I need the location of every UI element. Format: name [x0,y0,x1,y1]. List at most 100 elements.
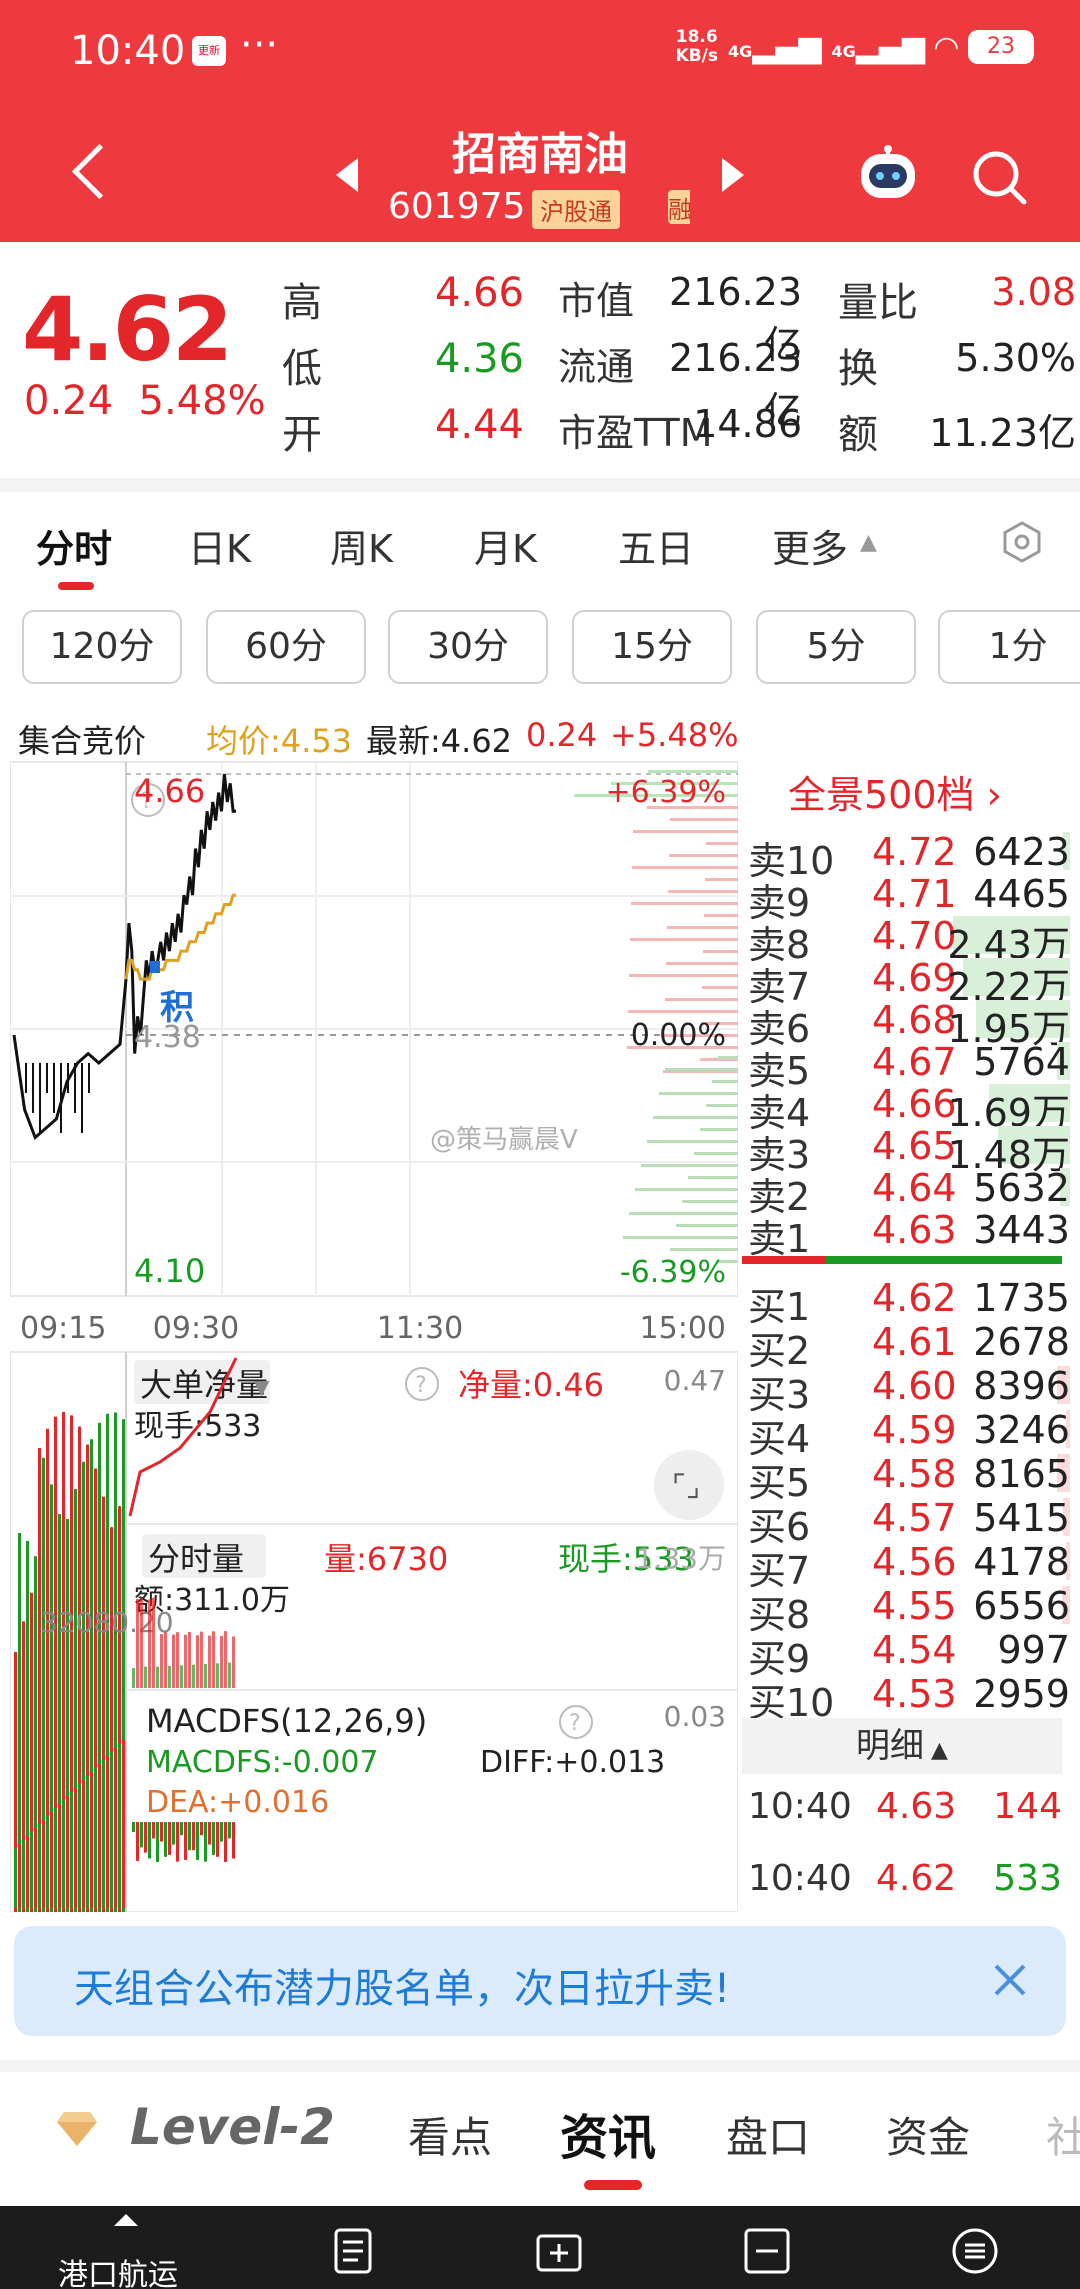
section-divider [0,478,1080,492]
tab-4[interactable]: 五日 [618,518,694,573]
order-price: 4.53 [872,1672,957,1716]
ask-row[interactable]: 卖7 4.69 2.22万 [748,956,1070,1009]
order-price: 4.57 [872,1496,957,1540]
bottom-tab-0[interactable]: 看点 [408,2104,492,2165]
wifi-icon: ◠ [934,29,958,65]
macd-auction-bar [54,1808,57,1908]
bid-row[interactable]: 买10 4.53 2959 [748,1672,1070,1725]
period-button[interactable]: 15分 [572,610,732,684]
quote-label: 低 [282,346,322,392]
ask-row[interactable]: 卖5 4.67 5764 [748,1040,1070,1093]
volume-bar [196,1635,199,1688]
depth-bar [703,950,738,953]
bid-row[interactable]: 买6 4.57 5415 [748,1496,1070,1549]
macd-auction-bar [22,1840,25,1908]
volume-bar [224,1631,227,1688]
bottom-tab-2[interactable]: 盘口 [726,2104,810,2165]
depth-bar [629,974,738,977]
detail-toggle[interactable]: 明细 ▲ [742,1718,1062,1774]
ask-row[interactable]: 卖9 4.71 4465 [748,872,1070,925]
macd-bar [136,1822,139,1861]
volume-val: 量:6730 [324,1540,448,1578]
bottom-tab-1[interactable]: 资讯 [560,2098,656,2168]
add-watchlist-icon[interactable] [534,2226,584,2276]
ask-row[interactable]: 卖3 4.65 1.48万 [748,1124,1070,1177]
time-label: 09:30 [153,1311,239,1346]
macd-dea: DEA:+0.016 [146,1785,329,1820]
big-order-title: 大单净量 [140,1366,268,1404]
depth-bar [670,818,738,821]
ask-row[interactable]: 卖1 4.63 3443 [748,1208,1070,1261]
bid-row[interactable]: 买3 4.60 8396 [748,1364,1070,1417]
ask-row[interactable]: 卖4 4.66 1.69万 [748,1082,1070,1135]
volume-bar [144,1666,147,1688]
period-button[interactable]: 30分 [388,610,548,684]
sector-label[interactable]: 港口航运 [58,2250,178,2289]
bid-row[interactable]: 买2 4.61 2678 [748,1320,1070,1373]
search-icon[interactable] [970,148,1030,208]
tab-2[interactable]: 周K [330,518,393,573]
active-tab-indicator [58,582,94,590]
notes-icon[interactable] [328,2226,378,2276]
volume-max: 1.33万 [636,1542,726,1575]
depth-bar [628,1010,738,1013]
macd-auction-bar [74,1788,77,1908]
quote-value: 14.86 [693,402,802,446]
level2-tab[interactable]: Level-2 [130,2098,335,2156]
help-icon-glyph: ? [569,1711,581,1736]
macd-auction-bar [34,1828,37,1908]
tick-row: 10:40 4.63 144 [748,1786,1062,1832]
depth-bar [666,962,738,965]
ask-row[interactable]: 卖6 4.68 1.95万 [748,998,1070,1051]
panorama-500-link[interactable]: 全景500档 › [788,764,1002,819]
next-stock-button[interactable] [722,158,744,192]
bid-row[interactable]: 买4 4.59 3246 [748,1408,1070,1461]
chevron-right-icon: › [974,773,1002,817]
bottom-tab-4[interactable]: 社 [1046,2104,1080,2165]
order-price: 4.65 [872,1124,957,1168]
order-price: 4.56 [872,1540,957,1584]
intraday-chart[interactable]: @策马赢晨V?积4.664.384.10+6.39%0.00%-6.39%09:… [10,756,738,1912]
bid-row[interactable]: 买8 4.55 6556 [748,1584,1070,1637]
time-label: 09:15 [20,1311,106,1346]
macd-bar [172,1822,175,1845]
bottom-tab-indicator [584,2180,642,2190]
volume-bar [156,1666,159,1688]
tab-5[interactable]: 更多 [772,518,848,573]
ask-row[interactable]: 卖8 4.70 2.43万 [748,914,1070,967]
ask-row[interactable]: 卖2 4.64 5632 [748,1166,1070,1219]
prev-stock-button[interactable] [336,158,358,192]
bottom-tab-3[interactable]: 资金 [886,2104,970,2165]
minus-box-icon[interactable] [742,2226,792,2276]
bid-row[interactable]: 买5 4.58 8165 [748,1452,1070,1505]
app-notification-icon: 更新 [192,36,226,66]
robot-assistant-icon[interactable] [855,142,921,202]
back-button[interactable] [70,140,110,200]
close-icon[interactable] [990,1960,1030,2000]
menu-circle-icon[interactable] [950,2226,1000,2276]
tab-0[interactable]: 分时 [36,518,112,573]
macd-bar [212,1822,215,1855]
period-button[interactable]: 60分 [206,610,366,684]
period-button[interactable]: 120分 [22,610,182,684]
bid-row[interactable]: 买1 4.62 1735 [748,1276,1070,1329]
period-button[interactable]: 5分 [756,610,916,684]
connect-badge: 沪股通 [532,190,620,229]
ask-row[interactable]: 卖10 4.72 6423 [748,830,1070,883]
quote-label: 流通 [558,345,635,389]
order-volume: 2678 [973,1320,1070,1364]
volume-bar [232,1636,235,1688]
volume-bar [212,1631,215,1688]
tab-1[interactable]: 日K [188,518,251,573]
bid-row[interactable]: 买9 4.54 997 [748,1628,1070,1681]
settings-hexagon-icon[interactable] [1000,520,1044,564]
tab-3[interactable]: 月K [474,518,537,573]
order-price: 4.58 [872,1452,957,1496]
pct-label-bottom: -6.39% [620,1255,726,1290]
bid-row[interactable]: 买7 4.56 4178 [748,1540,1070,1593]
volume-bar [148,1599,151,1688]
depth-bar [702,986,738,989]
period-button[interactable]: 1分 [938,610,1080,684]
depth-bar [635,1188,738,1191]
depth-bar [704,914,738,917]
